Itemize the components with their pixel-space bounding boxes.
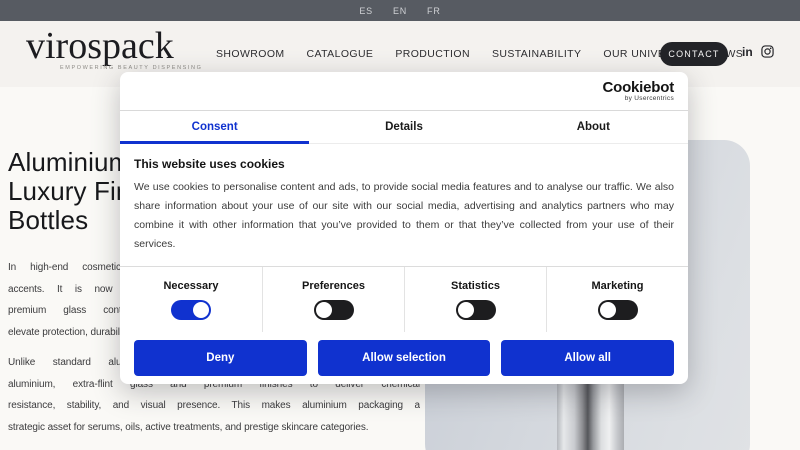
toggle-knob: [458, 302, 474, 318]
cookie-consent-dialog: Cookiebot by Usercentrics Consent Detail…: [120, 72, 688, 384]
nav-sustainability[interactable]: SUSTAINABILITY: [492, 48, 581, 60]
necessary-toggle[interactable]: [171, 300, 211, 320]
language-fr[interactable]: FR: [427, 6, 441, 16]
deny-button[interactable]: Deny: [134, 340, 307, 376]
cookiebot-byline: by Usercentrics: [602, 96, 674, 103]
cookiebot-name: Cookiebot: [602, 80, 674, 95]
category-marketing: Marketing: [546, 267, 688, 332]
dialog-title: This website uses cookies: [134, 157, 674, 171]
nav-showroom[interactable]: SHOWROOM: [216, 48, 285, 60]
toggle-knob: [600, 302, 616, 318]
page: ES EN FR virospack EMPOWERING BEAUTY DIS…: [0, 0, 800, 450]
dialog-tabs: Consent Details About: [120, 110, 688, 144]
dialog-buttons: Deny Allow selection Allow all: [120, 332, 688, 384]
category-necessary: Necessary: [120, 267, 262, 332]
instagram-icon[interactable]: [761, 45, 774, 58]
language-bar: ES EN FR: [0, 0, 800, 21]
allow-all-button[interactable]: Allow all: [501, 340, 674, 376]
tab-details[interactable]: Details: [309, 111, 498, 143]
tab-about[interactable]: About: [499, 111, 688, 143]
language-en[interactable]: EN: [393, 6, 407, 16]
cookiebot-logo: Cookiebot by Usercentrics: [602, 80, 674, 103]
tab-consent[interactable]: Consent: [120, 111, 309, 143]
category-preferences: Preferences: [262, 267, 404, 332]
toggle-knob: [193, 302, 209, 318]
dialog-body: This website uses cookies We use cookies…: [120, 144, 688, 254]
allow-selection-button[interactable]: Allow selection: [318, 340, 491, 376]
contact-button[interactable]: CONTACT: [660, 42, 728, 66]
marketing-toggle[interactable]: [598, 300, 638, 320]
language-es[interactable]: ES: [359, 6, 373, 16]
preferences-toggle[interactable]: [314, 300, 354, 320]
nav-production[interactable]: PRODUCTION: [395, 48, 470, 60]
toggle-knob: [316, 302, 332, 318]
logo-tagline: EMPOWERING BEAUTY DISPENSING: [60, 65, 203, 71]
cookiebot-brand-row: Cookiebot by Usercentrics: [120, 72, 688, 110]
linkedin-icon[interactable]: in: [742, 46, 753, 58]
dialog-description: We use cookies to personalise content an…: [134, 178, 674, 254]
social-links: in: [742, 45, 774, 58]
nav-catalogue[interactable]: CATALOGUE: [307, 48, 374, 60]
category-statistics: Statistics: [404, 267, 546, 332]
logo[interactable]: virospack: [26, 27, 174, 65]
consent-categories: Necessary Preferences Statistics Marketi…: [120, 266, 688, 332]
statistics-toggle[interactable]: [456, 300, 496, 320]
